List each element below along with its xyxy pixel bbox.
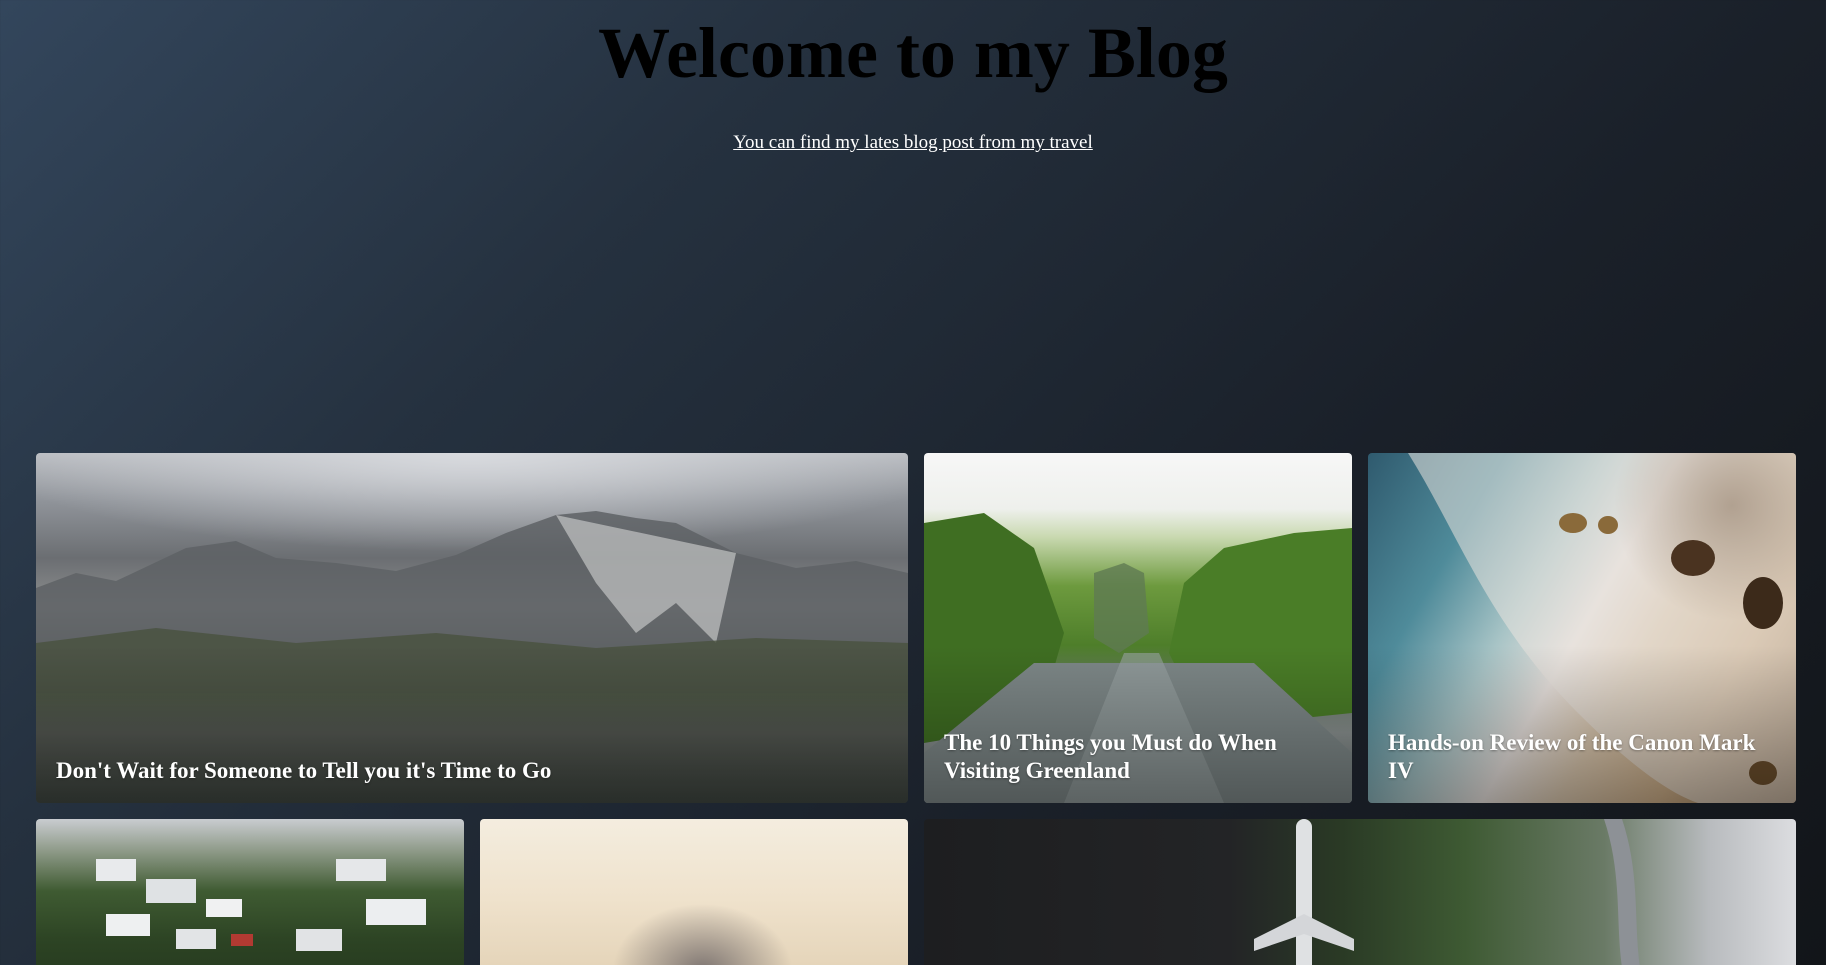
blog-card-1[interactable]: Don't Wait for Someone to Tell you it's … bbox=[36, 453, 908, 803]
latest-posts-link[interactable]: You can find my lates blog post from my … bbox=[733, 132, 1093, 153]
blog-card-6[interactable] bbox=[924, 819, 1796, 965]
blog-card-3[interactable]: Hands-on Review of the Canon Mark IV bbox=[1368, 453, 1796, 803]
hillside-houses-photo bbox=[36, 819, 464, 965]
blog-card-5[interactable] bbox=[480, 819, 908, 965]
page-title: Welcome to my Blog bbox=[598, 13, 1228, 93]
road-illustration bbox=[1604, 819, 1640, 965]
houses-illustration bbox=[96, 859, 426, 951]
blog-card-title: The 10 Things you Must do When Visiting … bbox=[944, 730, 1277, 783]
aerial-airplane-photo bbox=[924, 819, 1796, 965]
mountain-peak-sunset-photo bbox=[480, 819, 908, 965]
blog-card-title: Hands-on Review of the Canon Mark IV bbox=[1388, 730, 1756, 783]
subtitle-link-wrapper: You can find my lates blog post from my … bbox=[0, 130, 1826, 156]
blog-card-2[interactable]: The 10 Things you Must do When Visiting … bbox=[924, 453, 1352, 803]
blog-card-title: Don't Wait for Someone to Tell you it's … bbox=[56, 758, 552, 783]
blog-card-4[interactable] bbox=[36, 819, 464, 965]
